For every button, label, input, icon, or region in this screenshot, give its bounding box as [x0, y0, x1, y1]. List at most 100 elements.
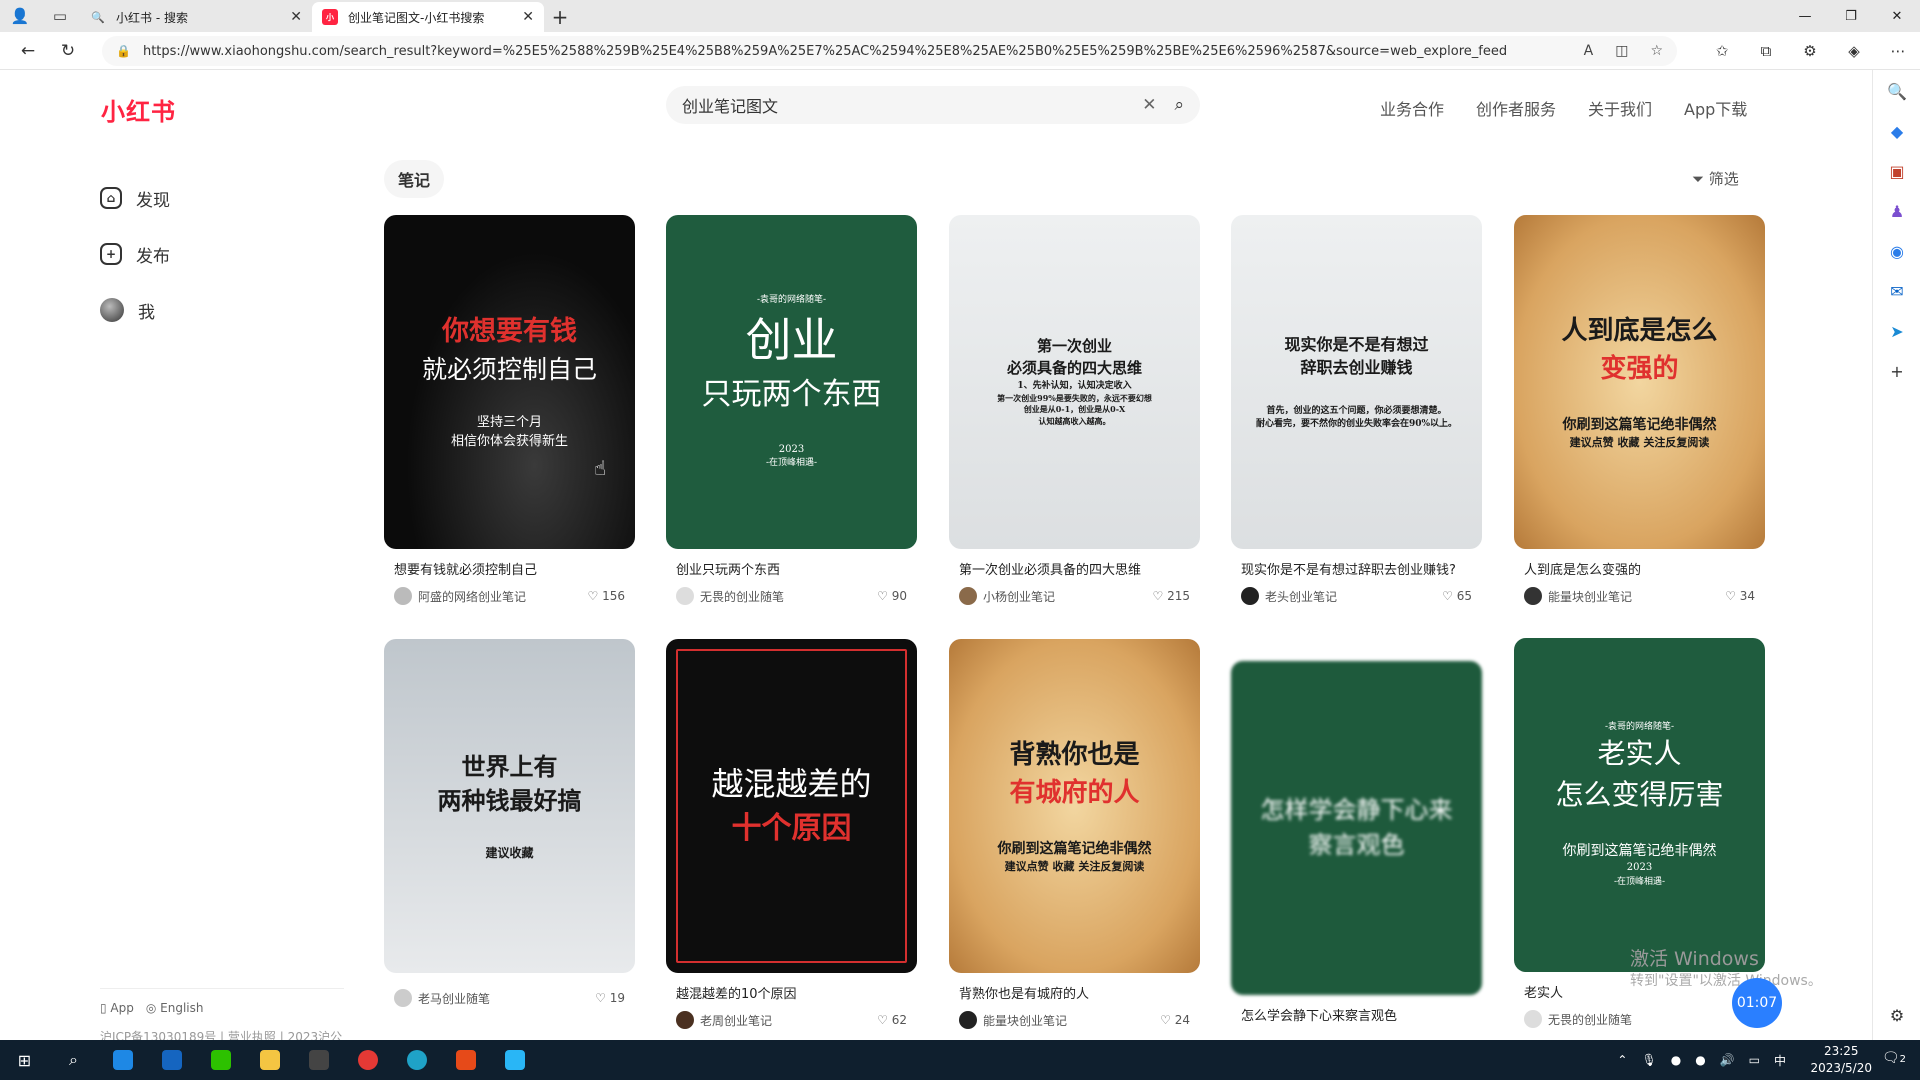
- note-cover[interactable]: -袁哥的网络随笔- 创业 只玩两个东西 2023 -在顶峰相遇-: [666, 215, 917, 549]
- note-cover[interactable]: 世界上有 两种钱最好搞 建议收藏: [384, 639, 635, 973]
- taskbar-folder-icon[interactable]: [245, 1040, 294, 1080]
- sidebar-search-icon[interactable]: 🔍: [1873, 82, 1920, 101]
- note-card[interactable]: 现实你是不是有想过 辞职去创业赚钱 首先，创业的这五个问题，你必须要想清楚。 耐心看完…: [1231, 215, 1482, 605]
- nav-app-download[interactable]: App下载: [1684, 96, 1747, 120]
- note-cover[interactable]: 现实你是不是有想过 辞职去创业赚钱 首先，创业的这五个问题，你必须要想清楚。 耐心看完…: [1231, 215, 1482, 549]
- author-avatar[interactable]: [1524, 587, 1542, 605]
- note-cover[interactable]: 第一次创业 必须具备的四大思维 1、先补认知，认知决定收入 第一次创业99%是要失败的…: [949, 215, 1200, 549]
- author-name[interactable]: 阿盛的网络创业笔记: [418, 588, 588, 605]
- sidebar-games-icon[interactable]: ♟: [1873, 202, 1920, 221]
- note-title[interactable]: 创业只玩两个东西: [666, 561, 917, 581]
- note-cover[interactable]: -袁哥的网络随笔- 老实人 怎么变得厉害 你刷到这篇笔记绝非偶然 2023 -在顶峰相遇-: [1514, 638, 1765, 972]
- collections-icon[interactable]: ⧉: [1744, 42, 1788, 60]
- note-title[interactable]: 人到底是怎么变强的: [1514, 561, 1765, 581]
- sidebar-tools-icon[interactable]: ▣: [1873, 162, 1920, 181]
- sidebar-item-publish[interactable]: + 发布: [100, 226, 170, 282]
- wechat-tray-icon-2[interactable]: ●: [1695, 1053, 1705, 1067]
- like-button[interactable]: ♡ 34: [1725, 589, 1755, 603]
- filter-button[interactable]: ⏷ 筛选: [1692, 168, 1739, 189]
- restore-icon[interactable]: ❐: [1828, 0, 1874, 32]
- like-button[interactable]: ♡ 19: [595, 991, 625, 1005]
- sidebar-item-discover[interactable]: ⌂ 发现: [100, 170, 170, 226]
- note-card[interactable]: 背熟你也是 有城府的人 你刷到这篇笔记绝非偶然 建议点赞 收藏 关注反复阅读背熟你也是…: [949, 639, 1200, 1029]
- note-title[interactable]: 怎么学会静下心来察言观色: [1231, 1007, 1482, 1027]
- author-avatar[interactable]: [676, 587, 694, 605]
- like-button[interactable]: ♡ 156: [588, 589, 625, 603]
- author-name[interactable]: 能量块创业笔记: [983, 1012, 1160, 1029]
- note-card[interactable]: 你想要有钱 就必须控制自己 坚持三个月 相信你体会获得新生想要有钱就必须控制自己阿盛的…: [384, 215, 635, 605]
- more-menu-icon[interactable]: ⋯: [1876, 42, 1920, 60]
- note-card[interactable]: 人到底是怎么 变强的 你刷到这篇笔记绝非偶然 建议点赞 收藏 关注反复阅读 人到底是怎么…: [1514, 215, 1765, 605]
- author-name[interactable]: 老马创业随笔: [418, 990, 595, 1007]
- note-card[interactable]: 越混越差的 十个原因越混越差的10个原因 老周创业笔记 ♡ 62: [666, 639, 917, 1029]
- clear-search-icon[interactable]: ✕: [1142, 95, 1156, 115]
- tab-notes-chip[interactable]: 笔记: [384, 160, 445, 198]
- read-aloud-icon[interactable]: A: [1584, 43, 1594, 59]
- tab-search[interactable]: 🔍 小红书 - 搜索 ✕: [80, 2, 312, 32]
- volume-icon[interactable]: 🔊: [1720, 1053, 1735, 1067]
- tab-xiaohongshu[interactable]: 小 创业笔记图文-小红书搜索 ✕: [312, 2, 544, 32]
- author-name[interactable]: 老头创业笔记: [1265, 588, 1442, 605]
- note-card[interactable]: 第一次创业 必须具备的四大思维 1、先补认知，认知决定收入 第一次创业99%是要失败的…: [949, 215, 1200, 605]
- author-name[interactable]: 老周创业笔记: [700, 1012, 877, 1029]
- favorite-star-icon[interactable]: ☆: [1650, 43, 1663, 59]
- taskbar-app-pin-icon[interactable]: [147, 1040, 196, 1080]
- footer-app-link[interactable]: ▯ App: [100, 1001, 134, 1015]
- taskbar-wps-icon[interactable]: [441, 1040, 490, 1080]
- note-cover[interactable]: 背熟你也是 有城府的人 你刷到这篇笔记绝非偶然 建议点赞 收藏 关注反复阅读: [949, 639, 1200, 973]
- profile-icon[interactable]: 👤: [0, 0, 40, 32]
- sidebar-outlook-icon[interactable]: ✉: [1873, 282, 1920, 301]
- nav-business[interactable]: 业务合作: [1380, 96, 1444, 120]
- tab-close-icon[interactable]: ✕: [290, 9, 302, 25]
- note-title[interactable]: 想要有钱就必须控制自己: [384, 561, 635, 581]
- split-screen-icon[interactable]: ◫: [1615, 43, 1628, 59]
- start-icon[interactable]: ⊞: [0, 1040, 49, 1080]
- recording-timer[interactable]: 01:07: [1732, 978, 1782, 1028]
- like-button[interactable]: ♡ 62: [877, 1013, 907, 1027]
- search-icon[interactable]: ⌕: [1174, 95, 1184, 115]
- note-title[interactable]: 第一次创业必须具备的四大思维: [949, 561, 1200, 581]
- author-name[interactable]: 无畏的创业随笔: [700, 588, 877, 605]
- sidebar-shopping-icon[interactable]: ◆: [1873, 122, 1920, 141]
- extensions-icon[interactable]: ⚙: [1788, 42, 1832, 60]
- note-title[interactable]: 越混越差的10个原因: [666, 985, 917, 1005]
- author-avatar[interactable]: [1524, 1010, 1542, 1028]
- close-window-icon[interactable]: ✕: [1874, 0, 1920, 32]
- note-cover[interactable]: 你想要有钱 就必须控制自己 坚持三个月 相信你体会获得新生: [384, 215, 635, 549]
- taskbar-wechat-icon[interactable]: [196, 1040, 245, 1080]
- sidebar-settings-icon[interactable]: ⚙: [1873, 1006, 1920, 1025]
- refresh-button[interactable]: ↻: [48, 32, 88, 70]
- author-avatar[interactable]: [959, 587, 977, 605]
- back-button[interactable]: ←: [8, 32, 48, 70]
- sidebar-drop-icon[interactable]: ➤: [1873, 322, 1920, 341]
- copilot-icon[interactable]: ◈: [1832, 42, 1876, 60]
- microphone-icon[interactable]: 🎙: [1641, 1053, 1656, 1067]
- favorites-icon[interactable]: ✩: [1700, 42, 1744, 60]
- tray-expand-icon[interactable]: ⌃: [1617, 1053, 1627, 1067]
- taskbar-app-browser-icon[interactable]: [98, 1040, 147, 1080]
- note-card[interactable]: 怎样学会静下心来 察言观色怎么学会静下心来察言观色: [1231, 661, 1482, 1027]
- taskbar-music-icon[interactable]: [343, 1040, 392, 1080]
- note-cover[interactable]: 越混越差的 十个原因: [666, 639, 917, 973]
- like-button[interactable]: ♡ 215: [1153, 589, 1190, 603]
- author-avatar[interactable]: [676, 1011, 694, 1029]
- author-avatar[interactable]: [394, 587, 412, 605]
- nav-about[interactable]: 关于我们: [1588, 96, 1652, 120]
- taskbar-edge-icon[interactable]: [392, 1040, 441, 1080]
- author-avatar[interactable]: [1241, 587, 1259, 605]
- sidebar-item-me[interactable]: 我: [100, 282, 170, 338]
- sidebar-office-icon[interactable]: ◉: [1873, 242, 1920, 261]
- note-title[interactable]: 背熟你也是有城府的人: [949, 985, 1200, 1005]
- note-cover[interactable]: 怎样学会静下心来 察言观色: [1231, 661, 1482, 995]
- minimize-icon[interactable]: —: [1782, 0, 1828, 32]
- network-icon[interactable]: ▭: [1749, 1053, 1760, 1067]
- search-input[interactable]: [682, 95, 1143, 115]
- note-card[interactable]: 世界上有 两种钱最好搞 建议收藏老马创业随笔 ♡ 19: [384, 639, 635, 1007]
- author-avatar[interactable]: [959, 1011, 977, 1029]
- taskbar-app-dots-icon[interactable]: [294, 1040, 343, 1080]
- site-logo[interactable]: 小红书: [101, 92, 176, 127]
- like-button[interactable]: ♡ 24: [1160, 1013, 1190, 1027]
- wechat-tray-icon[interactable]: ●: [1671, 1053, 1681, 1067]
- note-title[interactable]: 现实你是不是有想过辞职去创业赚钱?: [1231, 561, 1482, 581]
- like-button[interactable]: ♡ 90: [877, 589, 907, 603]
